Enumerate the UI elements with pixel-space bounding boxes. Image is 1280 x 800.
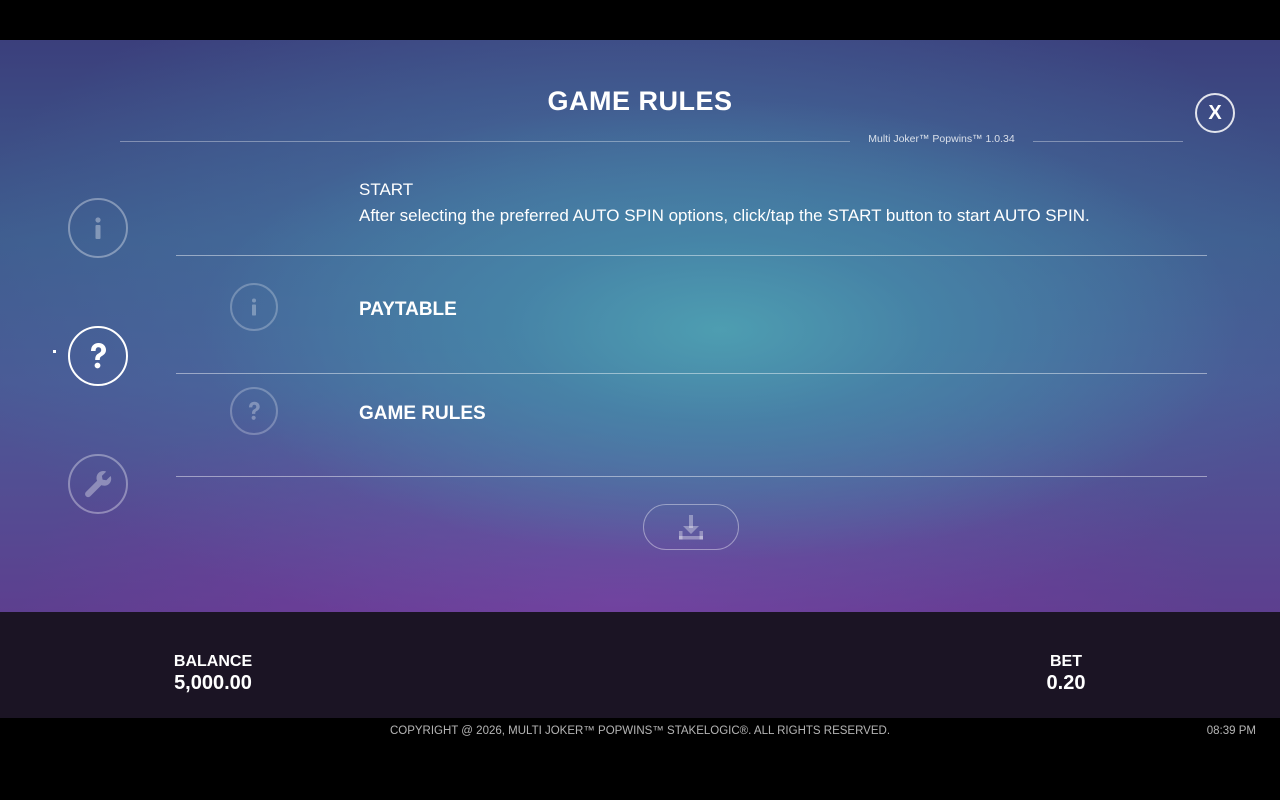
game-screen: GAME RULES X Multi Joker™ Popwins™ 1.0.3… (0, 0, 1280, 800)
bet-display: BET 0.20 (1026, 653, 1106, 695)
rules-panel: GAME RULES X Multi Joker™ Popwins™ 1.0.3… (0, 40, 1280, 612)
status-bar: BALANCE 5,000.00 BET 0.20 (0, 612, 1280, 718)
bet-label: BET (1050, 653, 1082, 670)
row-label-game-rules[interactable]: GAME RULES (359, 403, 486, 425)
copyright-text: COPYRIGHT @ 2026, MULTI JOKER™ POPWINS™ … (389, 725, 891, 737)
balance-value: 5,000.00 (174, 672, 252, 694)
download-button[interactable] (643, 504, 739, 550)
close-button[interactable]: X (1195, 93, 1235, 133)
active-indicator (53, 350, 56, 353)
row-divider (176, 373, 1207, 374)
clock: 08:39 PM (1206, 725, 1256, 737)
footer: COPYRIGHT @ 2026, MULTI JOKER™ POPWINS™ … (0, 718, 1280, 746)
row-label-paytable[interactable]: PAYTABLE (359, 299, 457, 321)
info-icon (95, 217, 101, 239)
balance-label: BALANCE (173, 653, 253, 670)
row-divider (176, 255, 1207, 256)
bet-value: 0.20 (1046, 672, 1086, 694)
download-icon (679, 515, 703, 540)
game-rules-button[interactable] (230, 387, 278, 435)
start-description: After selecting the preferred AUTO SPIN … (359, 206, 1090, 225)
question-icon (249, 401, 260, 420)
start-heading: START (359, 180, 414, 199)
info-icon (252, 298, 256, 316)
sidebar-item-help[interactable] (68, 326, 128, 386)
row-divider (176, 476, 1207, 477)
page-title: GAME RULES (547, 86, 733, 116)
wrench-icon (85, 471, 112, 498)
title-divider-right (1033, 141, 1183, 142)
sidebar-item-info[interactable] (68, 198, 128, 258)
sidebar-item-settings[interactable] (68, 454, 128, 514)
title-divider-left (120, 141, 850, 142)
version-label: Multi Joker™ Popwins™ 1.0.34 (868, 133, 1015, 145)
question-icon (91, 343, 106, 369)
balance-display: BALANCE 5,000.00 (163, 653, 263, 695)
close-icon: X (1208, 101, 1222, 124)
paytable-button[interactable] (230, 283, 278, 331)
